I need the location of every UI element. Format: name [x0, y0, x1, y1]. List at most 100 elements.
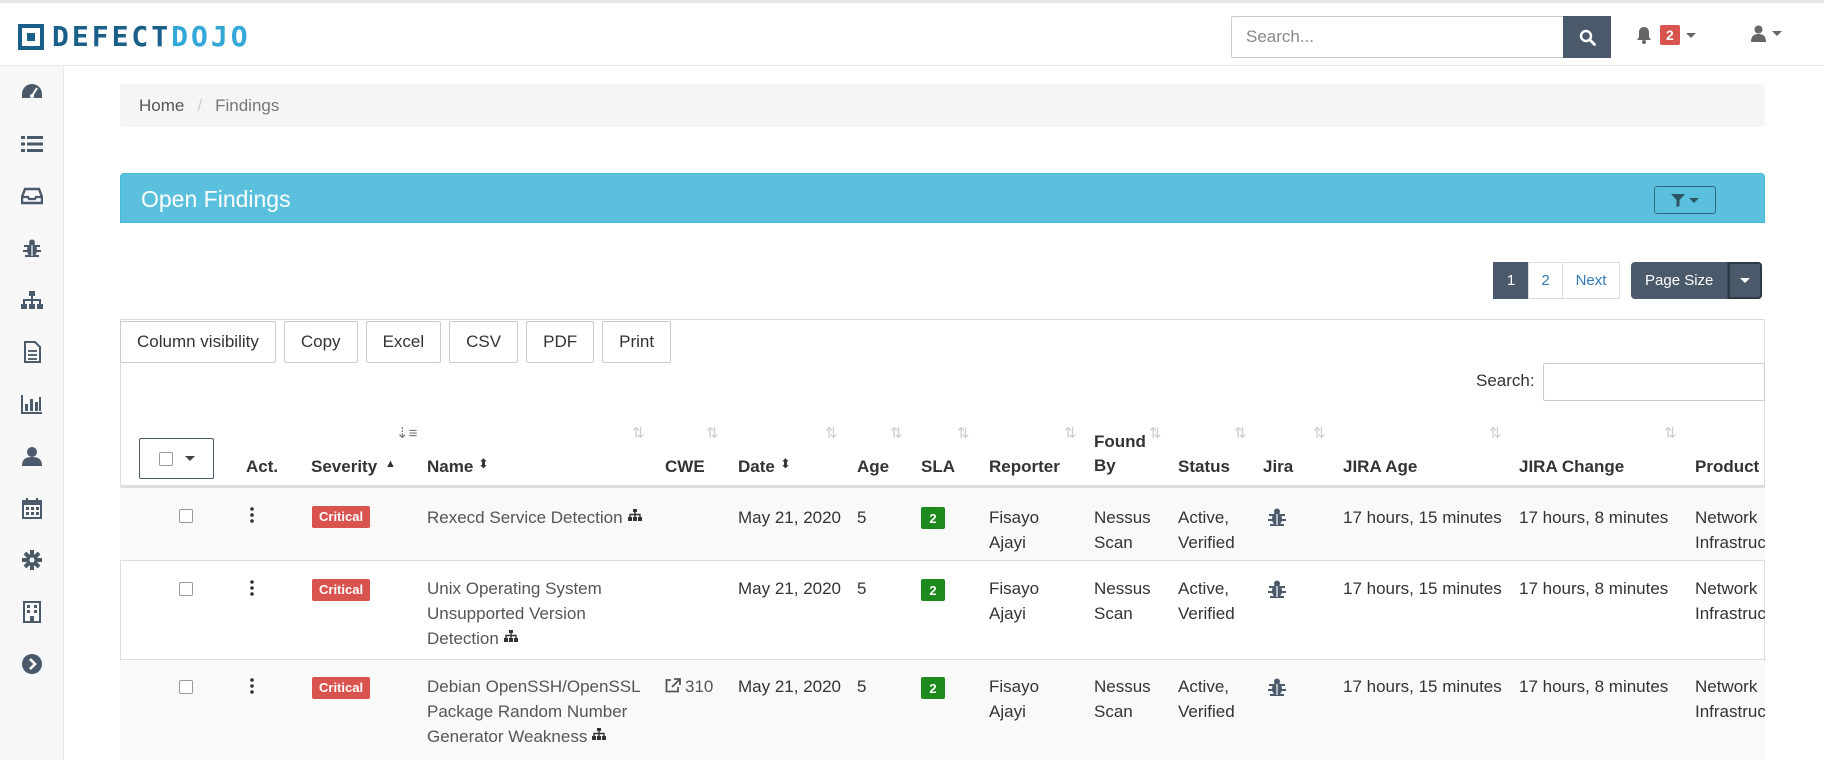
page-1-button[interactable]: 1	[1493, 262, 1529, 299]
calendar-icon	[22, 497, 42, 519]
column-header-jira[interactable]: Jira	[1263, 455, 1293, 479]
sidebar-item-expand[interactable]	[0, 638, 64, 690]
cwe-link[interactable]: 310	[665, 674, 713, 699]
table-row[interactable]: Critical Rexecd Service Detection May 21…	[120, 488, 1765, 561]
jira-bug-icon[interactable]	[1267, 507, 1287, 527]
column-header-jira-change[interactable]: JIRA Change	[1519, 455, 1624, 479]
global-search-button[interactable]	[1563, 16, 1611, 58]
copy-button[interactable]: Copy	[283, 321, 358, 363]
sort-icon: ⇅	[1313, 425, 1326, 442]
finding-product[interactable]: Network Infrastruc	[1695, 505, 1765, 555]
sort-icon: ⇅	[1064, 425, 1077, 442]
column-header-severity[interactable]: Severity	[311, 455, 377, 479]
column-header-product[interactable]: Product	[1695, 455, 1759, 479]
table-row[interactable]: Critical Unix Operating System Unsupporte…	[120, 562, 1765, 660]
jira-bug-icon[interactable]	[1267, 677, 1287, 697]
page-size-button[interactable]: Page Size	[1631, 262, 1728, 299]
table-row[interactable]: Critical Debian OpenSSH/OpenSSL Package R…	[120, 661, 1765, 760]
finding-date: May 21, 2020	[738, 677, 842, 696]
sidebar-item-organizations[interactable]	[0, 586, 64, 638]
sort-icon: ⇅	[1489, 425, 1502, 442]
breadcrumb-home-link[interactable]: Home	[139, 96, 184, 116]
sort-asc-icon: ⇣≡	[396, 425, 418, 442]
sidebar-nav	[0, 66, 64, 760]
user-menu-dropdown[interactable]	[1751, 25, 1782, 42]
sidebar-item-dashboard[interactable]	[0, 66, 64, 118]
open-findings-panel-header: Open Findings	[120, 173, 1765, 223]
sidebar-item-reports[interactable]	[0, 326, 64, 378]
column-header-sla[interactable]: SLA	[921, 455, 955, 479]
table-export-buttons: Column visibility Copy Excel CSV PDF Pri…	[120, 321, 679, 363]
pagination: 1 2 Next	[1493, 262, 1620, 299]
table-search-input[interactable]	[1543, 363, 1765, 401]
jira-bug-icon[interactable]	[1267, 579, 1287, 599]
column-header-date[interactable]: Date	[738, 455, 775, 479]
finding-jira-change: 17 hours, 8 minutes	[1519, 579, 1669, 598]
pdf-button[interactable]: PDF	[526, 321, 595, 363]
sort-icon: ⇅	[957, 425, 970, 442]
finding-date: May 21, 2020	[738, 508, 842, 527]
column-header-age[interactable]: Age	[857, 455, 889, 479]
found-by-line-2: By	[1094, 456, 1116, 475]
sitemap-icon	[592, 728, 607, 740]
notifications-dropdown[interactable]: 2	[1636, 25, 1696, 45]
finding-name-link[interactable]: Unix Operating System Unsupported Version…	[427, 576, 602, 651]
finding-name-link[interactable]: Debian OpenSSH/OpenSSL Package Random Num…	[427, 674, 641, 749]
finding-status: Active, Verified	[1178, 579, 1235, 623]
page-2-button[interactable]: 2	[1528, 262, 1563, 299]
global-search-input[interactable]	[1231, 16, 1564, 58]
search-icon	[1579, 29, 1596, 46]
row-checkbox[interactable]	[179, 680, 193, 694]
bar-chart-icon	[21, 395, 42, 414]
column-header-reporter[interactable]: Reporter	[989, 455, 1060, 479]
sidebar-item-engagements[interactable]	[0, 170, 64, 222]
row-actions-icon[interactable]	[250, 507, 254, 523]
finding-name-link[interactable]: Rexecd Service Detection	[427, 505, 642, 530]
select-all-checkbox[interactable]	[158, 451, 173, 466]
filter-dropdown-button[interactable]	[1654, 186, 1716, 214]
defectdojo-logo[interactable]: DEFECT DOJO	[18, 23, 251, 51]
chevron-down-icon	[1685, 32, 1696, 38]
next-page-button[interactable]: Next	[1562, 262, 1620, 299]
sidebar-item-components[interactable]	[0, 274, 64, 326]
row-actions-icon[interactable]	[250, 580, 254, 596]
sort-both-icon: ⬍	[780, 456, 791, 471]
sort-icon: ⇅	[1664, 425, 1677, 442]
sidebar-item-configuration[interactable]	[0, 534, 64, 586]
sidebar-item-users[interactable]	[0, 430, 64, 482]
panel-title: Open Findings	[141, 186, 291, 212]
column-header-name[interactable]: Name	[427, 455, 473, 479]
row-actions-icon[interactable]	[250, 678, 254, 694]
select-all-dropdown[interactable]	[139, 438, 214, 479]
cwe-number: 310	[685, 677, 714, 696]
row-checkbox[interactable]	[179, 582, 193, 596]
column-header-status[interactable]: Status	[1178, 455, 1230, 479]
column-header-jira-age[interactable]: JIRA Age	[1343, 455, 1417, 479]
column-header-act: Act.	[246, 457, 279, 476]
column-header-found-by[interactable]: Found By	[1094, 430, 1146, 478]
found-by-line-1: Found	[1094, 432, 1146, 451]
csv-button[interactable]: CSV	[449, 321, 519, 363]
sidebar-item-findings[interactable]	[0, 222, 64, 274]
finding-product[interactable]: Network Infrastruc	[1695, 576, 1765, 626]
page-size-toggle[interactable]	[1727, 262, 1763, 299]
sort-icon: ⇅	[1149, 425, 1162, 442]
finding-date: May 21, 2020	[738, 579, 842, 598]
sidebar-item-metrics[interactable]	[0, 378, 64, 430]
sidebar-item-calendar[interactable]	[0, 482, 64, 534]
excel-button[interactable]: Excel	[365, 321, 442, 363]
breadcrumb: Home / Findings	[120, 84, 1765, 127]
user-icon	[1751, 25, 1766, 42]
column-header-cwe[interactable]: CWE	[665, 455, 705, 479]
column-visibility-button[interactable]: Column visibility	[120, 321, 276, 363]
building-icon	[23, 601, 41, 623]
finding-jira-change: 17 hours, 8 minutes	[1519, 677, 1669, 696]
sort-icon: ⇅	[706, 425, 719, 442]
row-checkbox[interactable]	[179, 509, 193, 523]
sort-both-icon: ⬍	[478, 456, 489, 471]
finding-product[interactable]: Network Infrastruc	[1695, 674, 1765, 724]
sitemap-icon	[503, 630, 518, 642]
sidebar-item-products[interactable]	[0, 118, 64, 170]
print-button[interactable]: Print	[602, 321, 672, 363]
finding-name-text: Unsupported Version	[427, 604, 586, 623]
